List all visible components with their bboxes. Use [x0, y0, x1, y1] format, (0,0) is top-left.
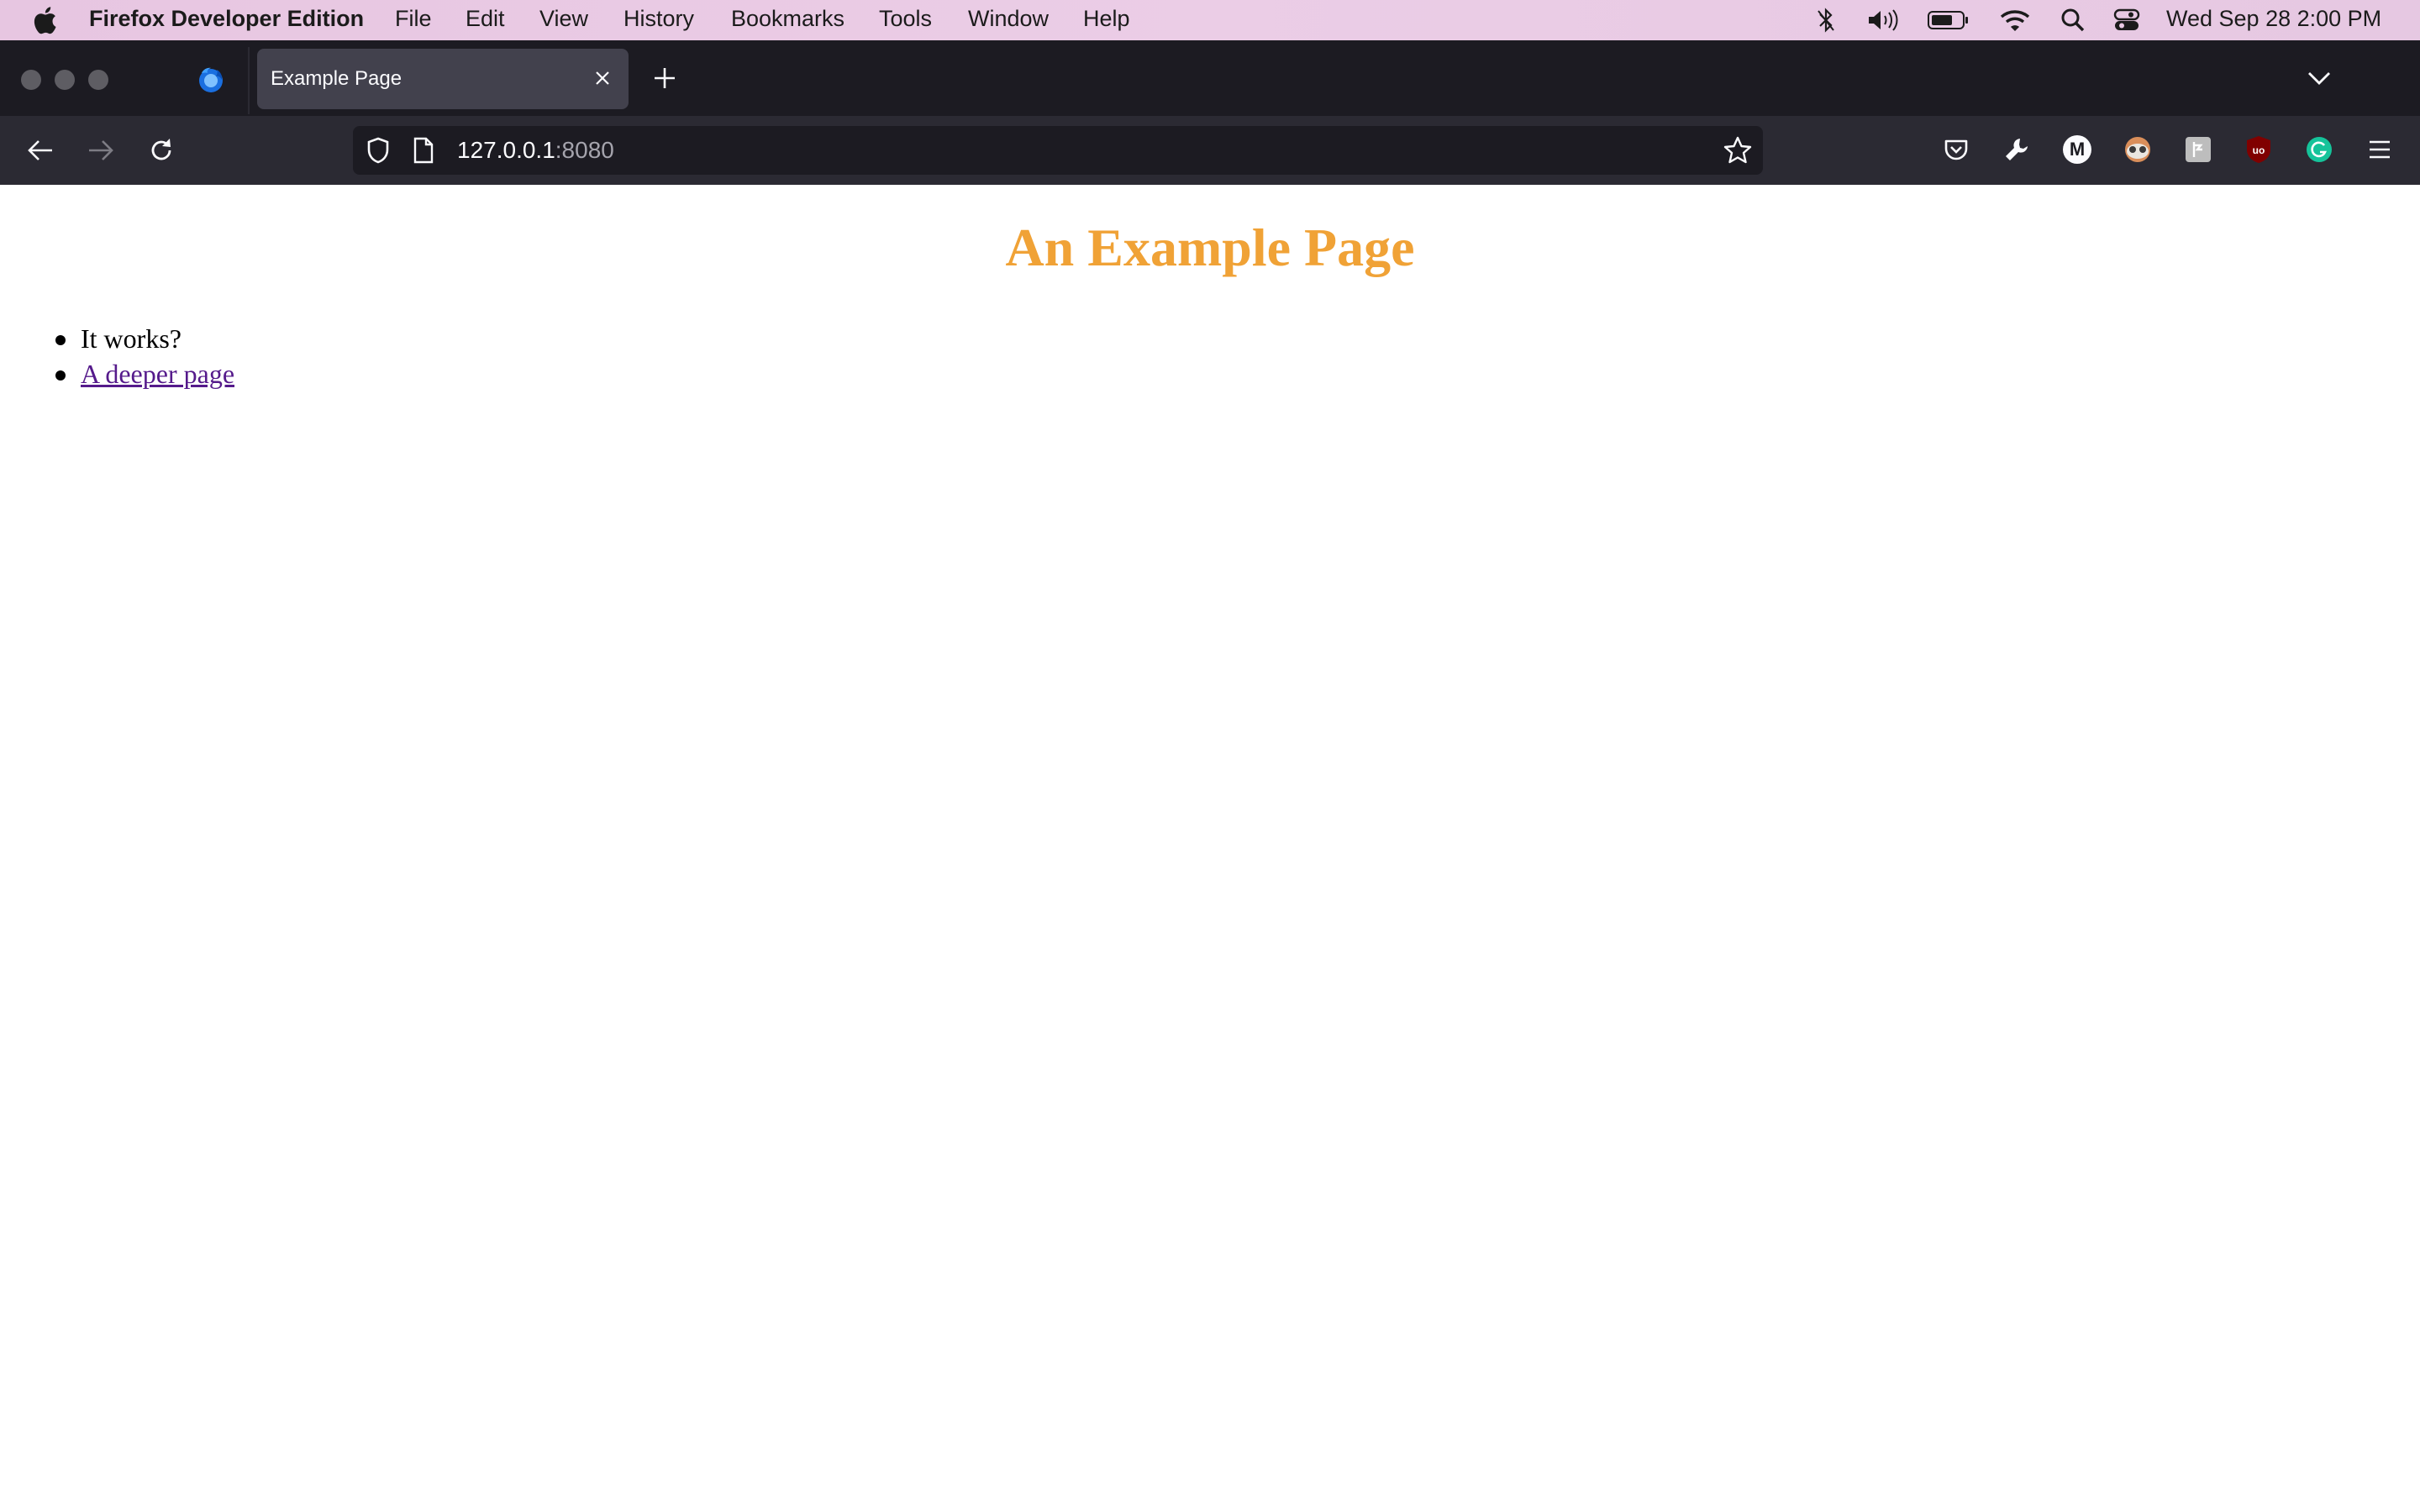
menu-view[interactable]: View: [539, 6, 588, 32]
firefox-developer-logo-icon[interactable]: [197, 66, 225, 94]
url-text[interactable]: 127.0.0.1:8080: [457, 137, 614, 164]
bookmark-star-icon[interactable]: [1723, 135, 1753, 165]
page-bullet-list: It works? A deeper page: [55, 321, 234, 391]
forward-button[interactable]: [82, 132, 119, 169]
extension-ublock-label: uo: [2253, 144, 2265, 156]
menu-file[interactable]: File: [395, 6, 432, 32]
extension-m-label: M: [2063, 135, 2091, 164]
battery-icon[interactable]: [1926, 0, 1971, 40]
wifi-icon[interactable]: [1998, 0, 2032, 40]
extension-privacy-badger-icon[interactable]: [2121, 133, 2154, 166]
list-item-deeper-page: A deeper page: [55, 356, 234, 391]
list-all-tabs-chevron-down-icon[interactable]: [2304, 64, 2334, 92]
window-minimize-button[interactable]: [55, 70, 75, 90]
tab-close-icon[interactable]: [590, 66, 615, 91]
list-item-it-works: It works?: [55, 321, 234, 356]
tab-title: Example Page: [271, 67, 402, 90]
menu-edit[interactable]: Edit: [466, 6, 505, 32]
developer-tools-wrench-icon[interactable]: [2000, 133, 2033, 166]
bluetooth-icon[interactable]: [1813, 0, 1839, 40]
page-heading: An Example Page: [1005, 218, 1415, 277]
arrow-left-icon: [28, 140, 52, 160]
tab-strip-divider: [248, 47, 250, 114]
menu-bar-clock[interactable]: Wed Sep 28 2:00 PM: [2166, 6, 2381, 32]
menu-history[interactable]: History: [623, 6, 694, 32]
menu-tools[interactable]: Tools: [879, 6, 932, 32]
url-host: 127.0.0.1: [457, 137, 555, 163]
deeper-page-link[interactable]: A deeper page: [81, 359, 234, 389]
spotlight-search-icon[interactable]: [2059, 0, 2087, 40]
pocket-icon[interactable]: [1939, 133, 1973, 166]
menu-bookmarks[interactable]: Bookmarks: [731, 6, 844, 32]
macos-menu-bar: Firefox Developer Edition File Edit View…: [0, 0, 2420, 40]
window-zoom-button[interactable]: [88, 70, 108, 90]
list-item-text: It works?: [81, 323, 182, 354]
url-port: :8080: [555, 137, 614, 163]
application-menu-hamburger-icon[interactable]: [2363, 133, 2396, 166]
extension-m-icon[interactable]: M: [2060, 133, 2094, 166]
window-close-button[interactable]: [21, 70, 41, 90]
arrow-right-icon: [89, 140, 113, 160]
extension-ublock-origin-icon[interactable]: uo: [2242, 133, 2275, 166]
page-content: An Example Page It works? A deeper page: [0, 185, 2420, 1512]
reload-icon: [151, 139, 171, 160]
reload-button[interactable]: [143, 132, 180, 169]
extension-grammarly-icon[interactable]: [2302, 133, 2336, 166]
control-center-icon[interactable]: [2112, 0, 2141, 40]
extension-page-icon[interactable]: [2181, 133, 2215, 166]
apple-logo-icon[interactable]: [32, 6, 57, 34]
tab-example-page[interactable]: Example Page: [257, 49, 629, 109]
menu-window[interactable]: Window: [968, 6, 1049, 32]
url-bar[interactable]: 127.0.0.1:8080: [353, 126, 1763, 175]
volume-icon[interactable]: [1865, 0, 1901, 40]
menu-help[interactable]: Help: [1083, 6, 1130, 32]
new-tab-plus-icon[interactable]: [650, 64, 679, 92]
page-info-icon[interactable]: [412, 136, 435, 165]
back-button[interactable]: [22, 132, 59, 169]
tracking-protection-shield-icon[interactable]: [365, 136, 392, 165]
menu-app-name[interactable]: Firefox Developer Edition: [89, 6, 364, 32]
